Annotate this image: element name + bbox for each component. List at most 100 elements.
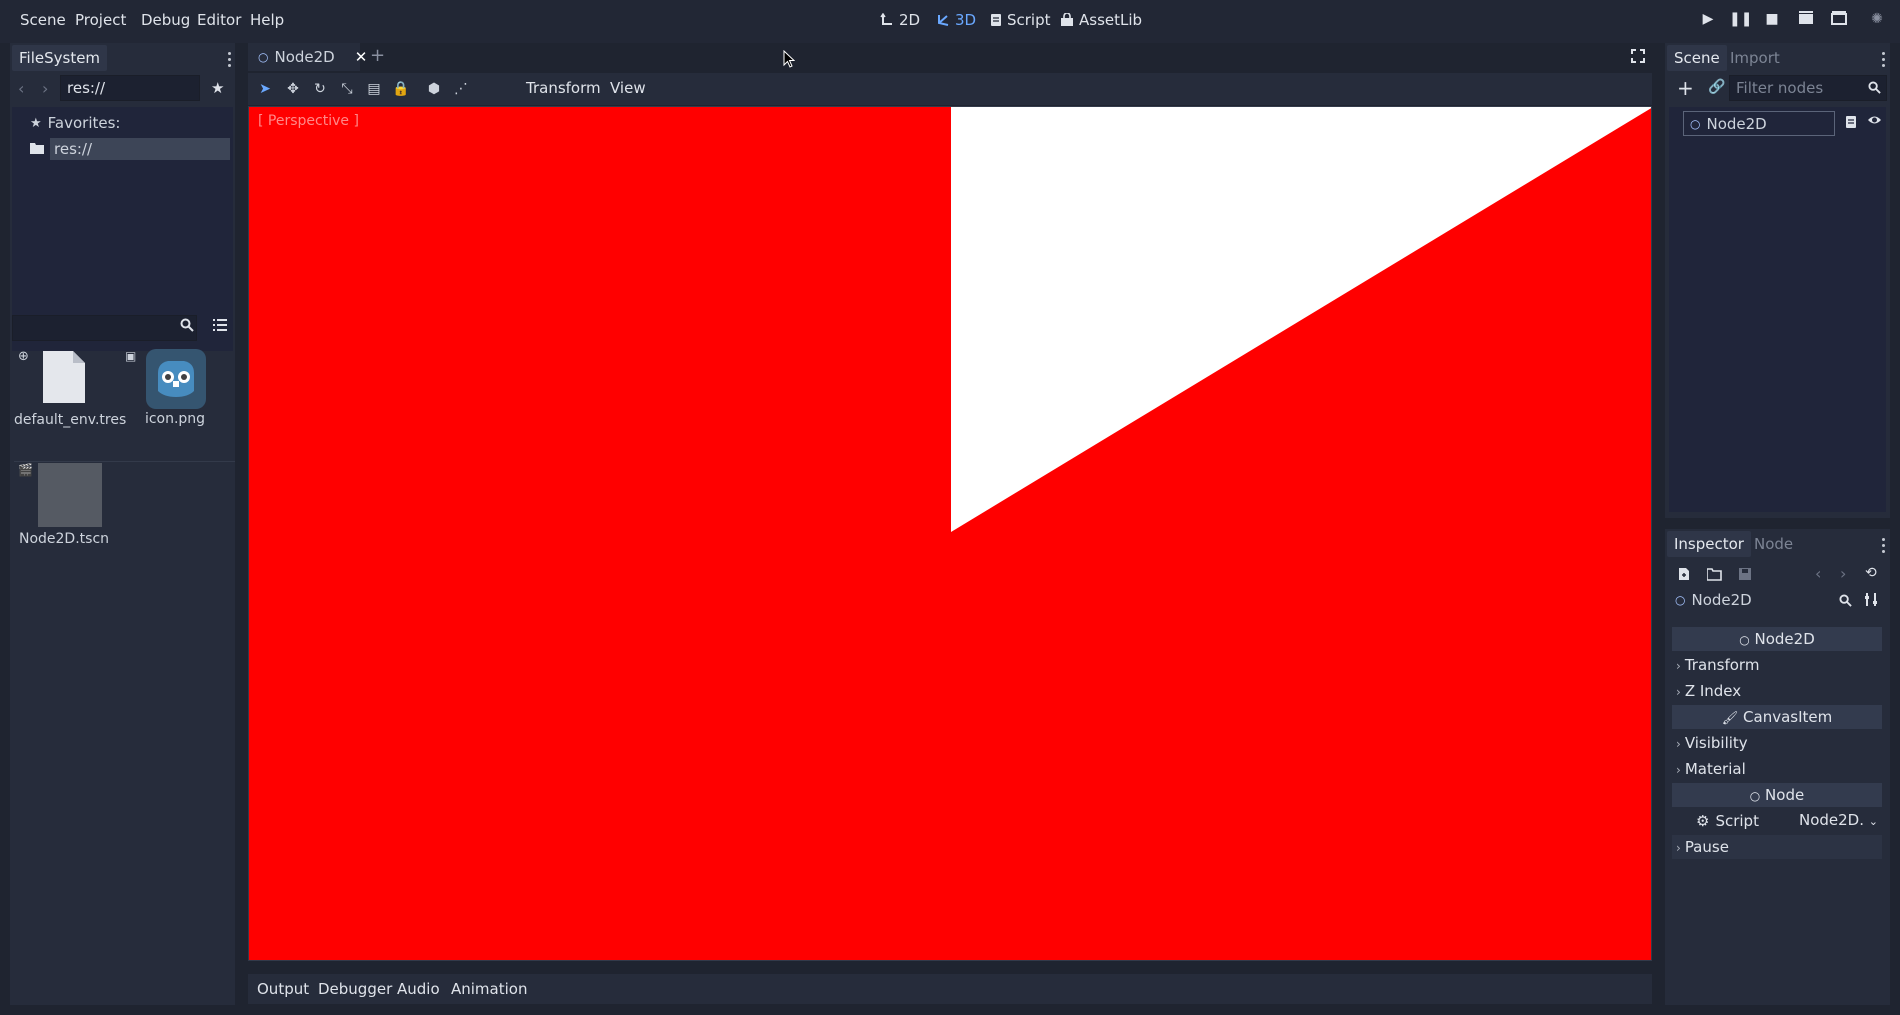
rotate-mode-icon[interactable]: ↻ [311,80,329,98]
scene-tab-label: Node2D [274,48,335,66]
list-select-icon[interactable]: ▤ [365,80,383,98]
pause-icon[interactable]: ❚❚ [1729,11,1752,31]
stop-icon[interactable]: ■ [1761,11,1783,31]
tab-debugger[interactable]: Debugger [318,980,392,998]
filesystem-dock: FileSystem ‹ › res:// ★ ★ Favorites: res… [10,43,235,1005]
lock-icon[interactable]: 🔒 [392,80,410,98]
group-pause[interactable]: › Pause [1672,835,1882,859]
menu-help[interactable]: Help [250,11,284,29]
property-script-label: Script [1715,812,1759,830]
history-back-icon[interactable]: ‹ [1815,564,1821,583]
tab-filesystem[interactable]: FileSystem [12,45,108,71]
dock-menu-icon[interactable] [1882,538,1886,556]
history-icon[interactable]: ⟲ [1865,565,1877,581]
path-field[interactable]: res:// [60,75,200,101]
favorite-star-icon[interactable]: ★ [211,79,224,97]
2d-axes-icon [880,13,894,27]
group-pause-label: Pause [1684,838,1729,856]
tab-import[interactable]: Import [1723,45,1787,71]
section-node-label: Node [1765,786,1805,804]
add-tab-icon[interactable]: + [370,45,385,66]
visibility-eye-icon[interactable] [1867,113,1882,131]
divider [14,461,235,462]
dock-menu-icon[interactable] [228,52,232,70]
group-z-index[interactable]: › Z Index [1672,679,1882,703]
chevron-down-icon: ⌄ [1868,815,1878,828]
file-item[interactable]: ▣ icon.png [125,347,225,457]
tree-node-root[interactable]: ○ Node2D [1683,111,1835,136]
scale-mode-icon[interactable]: ⤡ [338,80,356,98]
image-type-icon: ▣ [125,349,137,363]
inspected-object[interactable]: ○ Node2D [1675,591,1752,609]
transform-menu[interactable]: Transform [526,79,601,97]
viewport-render [249,107,1651,960]
workspace-2d-button[interactable]: 2D [880,11,920,29]
tab-scene[interactable]: Scene [1667,45,1727,71]
tree-item-root[interactable]: res:// [30,137,230,161]
node-icon: ○ [1749,789,1761,803]
3d-viewport[interactable]: [ Perspective ] [248,106,1652,961]
forward-arrow-icon[interactable]: › [42,79,48,98]
file-name: icon.png [144,411,206,427]
history-forward-icon[interactable]: › [1840,564,1846,583]
node2d-icon: ○ [1675,593,1686,607]
search-icon [1868,80,1881,98]
scene-dock: Scene Import + 🔗 Filter nodes ○ Node2D [1665,43,1890,518]
file-name: Node2D.tscn [18,531,110,547]
link-icon[interactable]: 🔗 [1708,79,1725,95]
scene-tree: ○ Node2D [1669,107,1886,512]
tab-audio[interactable]: Audio [397,980,440,998]
bottom-panel-bar: Output Debugger Audio Animation [248,974,1652,1004]
tab-node[interactable]: Node [1747,531,1800,557]
file-search-input[interactable] [12,315,197,341]
workspace-3d-label: 3D [955,11,977,29]
group-visibility[interactable]: › Visibility [1672,731,1882,755]
object-properties-icon[interactable] [1864,592,1878,611]
tab-output[interactable]: Output [257,980,309,998]
workspace-assetlib-button[interactable]: AssetLib [1060,11,1142,29]
chevron-right-icon: › [1676,763,1681,777]
workspace-script-button[interactable]: Script [990,11,1051,29]
filter-nodes-input[interactable]: Filter nodes [1729,75,1887,101]
group-z-index-label: Z Index [1684,682,1742,700]
menu-scene[interactable]: Scene [20,11,66,29]
save-icon[interactable] [1738,567,1752,585]
back-arrow-icon[interactable]: ‹ [18,79,24,98]
move-mode-icon[interactable]: ✥ [284,80,302,98]
dock-menu-icon[interactable] [1882,52,1886,70]
distraction-free-icon[interactable] [1631,49,1645,67]
group-material[interactable]: › Material [1672,757,1882,781]
menu-debug[interactable]: Debug [141,11,190,29]
play-scene-icon[interactable] [1795,11,1817,31]
group-transform[interactable]: › Transform [1672,653,1882,677]
new-resource-icon[interactable] [1677,567,1691,585]
group-transform-label: Transform [1684,656,1760,674]
play-icon[interactable]: ▶ [1697,11,1719,31]
open-folder-icon[interactable] [1706,567,1722,585]
spinner-icon: ✺ [1871,11,1883,27]
view-menu[interactable]: View [610,79,646,97]
favorites-item[interactable]: ★ Favorites: [30,114,120,132]
scene-tab[interactable]: ○ Node2D ✕ [248,43,367,71]
tab-inspector[interactable]: Inspector [1667,531,1751,557]
local-space-icon[interactable]: ⬢ [425,80,443,98]
snap-icon[interactable]: ⋰ [452,80,470,98]
search-icon[interactable] [1839,593,1852,611]
perspective-label[interactable]: [ Perspective ] [258,113,359,129]
file-item[interactable]: ⊕ default_env.tres [14,347,126,457]
search-icon[interactable] [180,318,194,336]
list-view-icon[interactable] [213,318,227,336]
tab-animation[interactable]: Animation [451,980,527,998]
close-icon[interactable]: ✕ [355,48,368,66]
root-label: res:// [50,138,230,160]
node2d-icon: ○ [258,50,269,64]
menu-project[interactable]: Project [75,11,126,29]
select-mode-icon[interactable]: ➤ [256,80,274,98]
workspace-3d-button[interactable]: 3D [936,11,976,29]
add-node-icon[interactable]: + [1677,76,1694,100]
script-value-dropdown[interactable]: Node2D. ⌄ [1799,808,1882,834]
menu-editor[interactable]: Editor [197,11,241,29]
play-custom-scene-icon[interactable] [1828,11,1850,31]
attached-script-icon[interactable] [1845,115,1857,133]
file-item[interactable]: 🎬 Node2D.tscn [14,463,114,573]
